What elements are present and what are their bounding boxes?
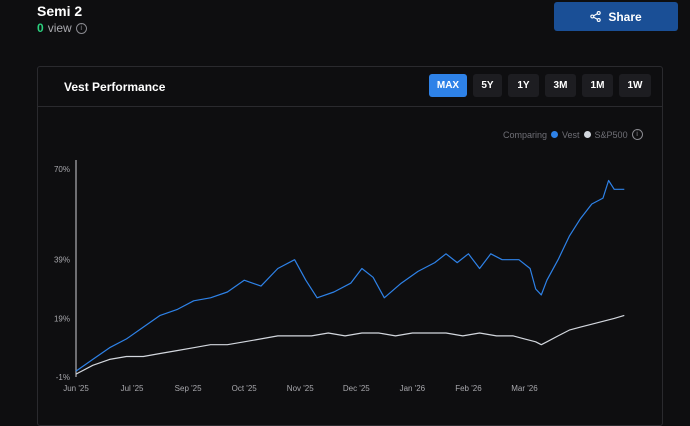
x-tick-label: Jan '26	[400, 384, 426, 393]
info-icon[interactable]: i	[75, 22, 87, 34]
share-button[interactable]: Share	[554, 2, 678, 31]
x-tick-label: Nov '25	[287, 384, 314, 393]
performance-card: Vest Performance MAX 5Y 1Y 3M 1M 1W Comp…	[37, 66, 663, 426]
y-tick-label: -1%	[56, 373, 70, 382]
y-tick-label: 70%	[54, 165, 70, 174]
y-tick-label: 19%	[54, 314, 70, 323]
x-tick-label: Mar '26	[511, 384, 538, 393]
x-tick-label: Feb '26	[455, 384, 482, 393]
view-count: 0	[37, 21, 44, 35]
series-line-vest	[75, 179, 625, 372]
share-icon	[590, 11, 602, 22]
x-tick-label: Oct '25	[232, 384, 258, 393]
share-label: Share	[608, 9, 642, 24]
x-tick-label: Jun '25	[63, 384, 89, 393]
x-tick-label: Dec '25	[343, 384, 370, 393]
series-line-sp500	[75, 314, 625, 375]
x-tick-label: Sep '25	[175, 384, 202, 393]
page-title: Semi 2	[37, 3, 83, 19]
x-tick-label: Jul '25	[121, 384, 144, 393]
y-tick-label: 39%	[54, 256, 70, 265]
view-counter: 0 view i	[37, 21, 87, 35]
view-label: view	[47, 21, 72, 35]
performance-chart: -1% 19% 39% 70% Jun '25 Jul '25 Sep '25 Oct '25…	[54, 160, 625, 393]
